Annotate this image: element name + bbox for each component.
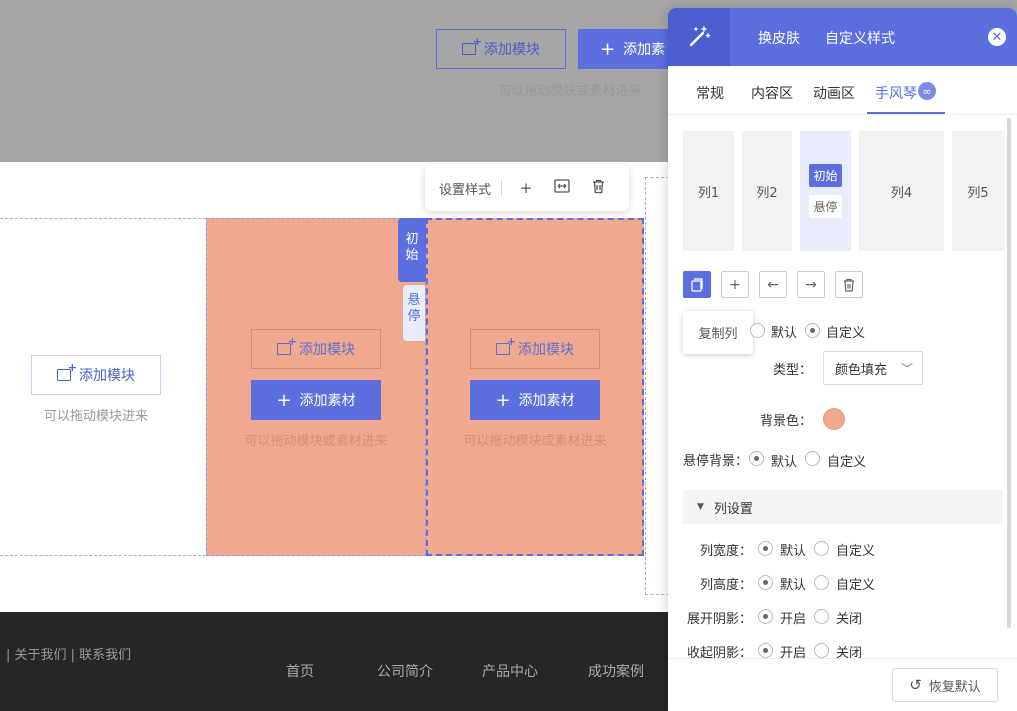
column-toolbar: 设置样式 + — [425, 165, 629, 211]
hover-bg-default-radio[interactable] — [749, 451, 764, 466]
subtab-divider — [668, 114, 1017, 115]
hover-bg-default-label: 默认 — [771, 455, 798, 470]
footer-nav-cases[interactable]: 成功案例 — [588, 661, 644, 681]
bg-default-label: 默认 — [771, 326, 798, 341]
accordion-column-white[interactable]: 添加模块 可以拖动模块进来 — [0, 218, 206, 556]
add-module-icon — [57, 361, 77, 381]
col-height-label: 列高度： — [700, 578, 753, 593]
expand-shadow-on-label: 开启 — [780, 612, 807, 627]
column-settings-header[interactable]: ▼ 列设置 — [683, 490, 1003, 524]
panel-scrollbar[interactable] — [1007, 118, 1011, 628]
expand-shadow-on-radio[interactable] — [758, 609, 773, 624]
col-height-custom-radio[interactable] — [814, 575, 829, 590]
add-material-button[interactable]: + 添加素材 — [470, 380, 600, 420]
panel-column-2[interactable]: 列2 — [742, 131, 792, 251]
panel-column-4[interactable]: 列4 — [859, 131, 944, 251]
column-hint: 可以拖动模块或素材进来 — [463, 434, 607, 449]
col-width-label: 列宽度： — [700, 544, 753, 559]
add-module-icon — [496, 335, 516, 355]
bg-color-label: 背景色： — [760, 414, 813, 429]
bg-default-radio[interactable] — [750, 323, 765, 338]
hover-bg-label: 悬停背景： — [683, 454, 749, 469]
bg-color-swatch[interactable] — [823, 408, 845, 430]
panel-footer-divider — [668, 658, 1017, 659]
add-module-button[interactable]: 添加模块 — [251, 329, 381, 369]
subtab-content[interactable]: 内容区 — [751, 83, 793, 103]
hover-bg-custom-label: 自定义 — [827, 455, 867, 470]
col-width-custom-label: 自定义 — [836, 544, 876, 559]
subtab-active-underline — [867, 112, 945, 114]
link-icon: ∞ — [918, 82, 936, 100]
expand-shadow-off-radio[interactable] — [814, 609, 829, 624]
top-hint: 可以拖动模块或素材进来 — [498, 84, 642, 99]
move-left-icon[interactable]: ← — [759, 271, 787, 298]
bg-custom-label: 自定义 — [826, 326, 866, 341]
close-icon[interactable]: ✕ — [988, 28, 1006, 46]
col-width-default-label: 默认 — [780, 544, 807, 559]
move-right-icon[interactable]: → — [797, 271, 825, 298]
chevron-down-icon: ﹀ — [900, 362, 913, 376]
plus-icon: + — [495, 389, 511, 411]
type-label: 类型： — [773, 363, 813, 378]
column-hint: 可以拖动模块或素材进来 — [244, 434, 388, 449]
magic-wand-icon — [668, 8, 730, 66]
col-width-custom-radio[interactable] — [814, 541, 829, 556]
accordion-column-selected[interactable]: 添加模块 + 添加素材 可以拖动模块或素材进来 — [426, 218, 644, 556]
style-panel: 换皮肤 自定义样式 ✕ 常规 内容区 动画区 手风琴 ∞ 列1 列2 初始 悬停… — [668, 8, 1017, 711]
add-material-button[interactable]: + 添加素材 — [251, 380, 381, 420]
tag-hover-state[interactable]: 悬停 — [403, 285, 425, 341]
plus-icon: + — [276, 389, 292, 411]
top-add-module-button[interactable]: 添加模块 — [436, 29, 566, 69]
hover-bg-custom-radio[interactable] — [805, 451, 820, 466]
copy-column-tooltip: 复制列 — [683, 311, 753, 354]
accordion-column[interactable]: 添加模块 + 添加素材 可以拖动模块或素材进来 — [206, 218, 426, 556]
resize-horizontal-icon[interactable] — [548, 179, 576, 197]
set-style-button[interactable]: 设置样式 — [439, 179, 491, 198]
col-width-default-radio[interactable] — [758, 541, 773, 556]
column-hover-label: 悬停 — [809, 195, 842, 218]
col-height-default-label: 默认 — [780, 578, 807, 593]
tag-initial-state[interactable]: 初始 — [398, 218, 426, 282]
footer-nav-about[interactable]: 公司简介 — [377, 661, 433, 681]
caret-down-icon: ▼ — [697, 502, 704, 512]
panel-column-3[interactable]: 初始 悬停 — [800, 131, 851, 251]
column-initial-label: 初始 — [809, 164, 842, 187]
add-module-icon — [462, 35, 482, 55]
toolbar-divider — [501, 179, 503, 197]
footer-nav-home[interactable]: 首页 — [286, 661, 314, 681]
type-select[interactable]: 颜色填充 ﹀ — [823, 351, 923, 385]
undo-icon: ↺ — [909, 676, 922, 694]
plus-icon[interactable]: + — [512, 179, 540, 197]
copy-column-icon[interactable] — [683, 271, 711, 298]
add-module-button[interactable]: 添加模块 — [470, 329, 600, 369]
col-height-custom-label: 自定义 — [836, 578, 876, 593]
expand-shadow-label: 展开阴影： — [687, 612, 753, 627]
panel-column-1[interactable]: 列1 — [683, 131, 734, 251]
subtab-animation[interactable]: 动画区 — [813, 83, 855, 103]
expand-shadow-off-label: 关闭 — [836, 612, 863, 627]
footer-nav-products[interactable]: 产品中心 — [482, 661, 538, 681]
footer-links[interactable]: | 关于我们 | 联系我们 — [6, 644, 131, 663]
plus-icon: + — [600, 38, 616, 60]
collapse-shadow-on-radio[interactable] — [758, 643, 773, 658]
column-hint: 可以拖动模块进来 — [43, 409, 148, 424]
collapse-shadow-off-radio[interactable] — [814, 643, 829, 658]
tab-custom-style[interactable]: 自定义样式 — [825, 28, 895, 48]
reset-default-button[interactable]: ↺ 恢复默认 — [892, 668, 998, 702]
tab-change-skin[interactable]: 换皮肤 — [758, 28, 800, 48]
col-height-default-radio[interactable] — [758, 575, 773, 590]
add-module-button[interactable]: 添加模块 — [31, 355, 161, 395]
bg-custom-radio[interactable] — [805, 323, 820, 338]
subtab-general[interactable]: 常规 — [696, 83, 724, 103]
add-column-icon[interactable]: + — [721, 271, 749, 298]
delete-column-icon[interactable] — [835, 271, 863, 298]
add-module-icon — [277, 335, 297, 355]
subtab-accordion[interactable]: 手风琴 — [875, 83, 917, 103]
trash-icon[interactable] — [584, 179, 612, 198]
top-add-material-button[interactable]: + 添加素 — [578, 29, 670, 69]
panel-column-5[interactable]: 列5 — [952, 131, 1004, 251]
